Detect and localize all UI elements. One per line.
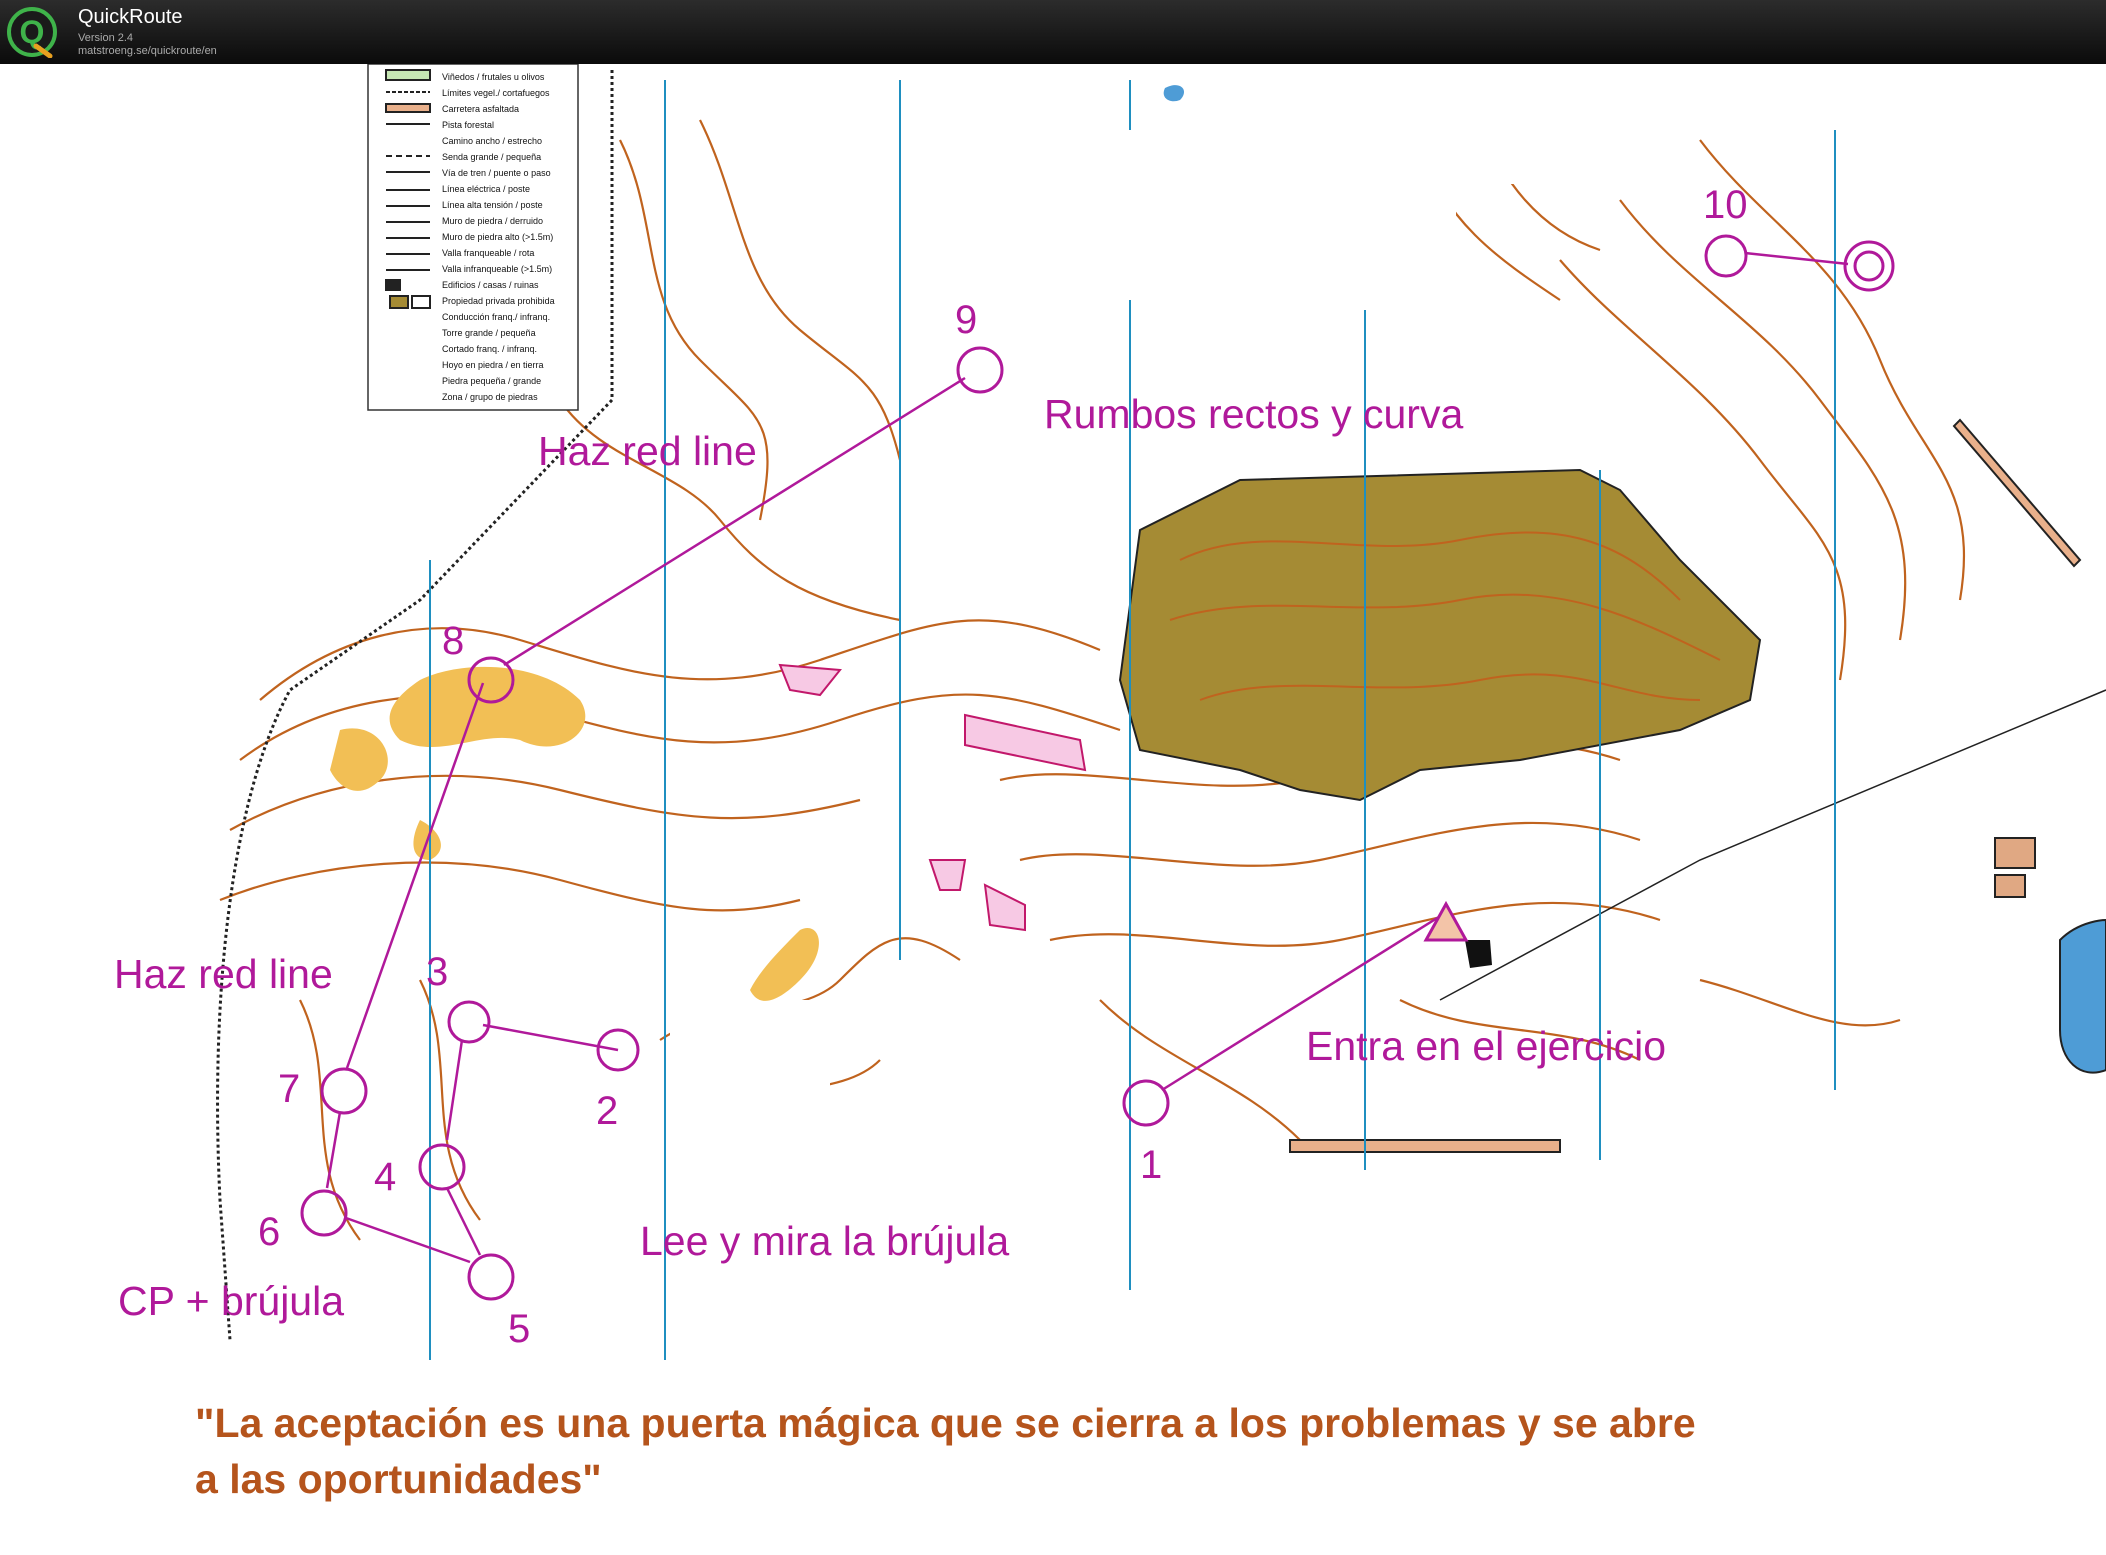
app-title: QuickRoute (78, 6, 183, 28)
control-number-1: 1 (1140, 1143, 1162, 1187)
title-bar: Q QuickRoute Version 2.4 matstroeng.se/q… (0, 0, 2106, 64)
control-number-4: 4 (374, 1155, 396, 1199)
map-legend: Viñedos / frutales u olivos Límites vege… (367, 64, 579, 411)
control-3 (447, 1000, 491, 1044)
app-url: matstroeng.se/quickroute/en (78, 45, 217, 57)
blank-areas (0, 64, 2106, 1555)
finish-inner (1853, 250, 1885, 282)
legend-item: Valla franqueable / rota (442, 248, 534, 258)
control-number-3: 3 (426, 950, 448, 994)
legend-item: Viñedos / frutales u olivos (442, 72, 545, 82)
legend-item: Piedra pequeña / grande (442, 376, 541, 386)
control-4 (418, 1143, 466, 1191)
legend-item: Carretera asfaltada (442, 104, 519, 114)
legend-item: Línea alta tensión / poste (442, 200, 543, 210)
annotation-rumbos: Rumbos rectos y curva (1044, 391, 1463, 437)
legend-item: Hoyo en piedra / en tierra (442, 360, 544, 370)
legend-item: Zona / grupo de piedras (442, 392, 538, 402)
annotation-lee: Lee y mira la brújula (640, 1218, 1009, 1264)
legend-item: Vía de tren / puente o paso (442, 168, 551, 178)
quickroute-logo-icon: Q (7, 7, 57, 58)
control-number-2: 2 (596, 1089, 618, 1133)
app-version: Version 2.4 (78, 32, 134, 44)
buildings (1994, 837, 2036, 898)
annotation-entra: Entra en el ejercicio (1306, 1023, 1666, 1069)
legend-item: Muro de piedra alto (>1.5m) (442, 232, 553, 242)
legend-item: Senda grande / pequeña (442, 152, 541, 162)
legend-item: Pista forestal (442, 120, 494, 130)
control-number-10: 10 (1703, 183, 1748, 227)
finish-outer (1843, 240, 1895, 292)
legend-item: Cortado franq. / infranq. (442, 344, 537, 354)
quote: "La aceptación es una puerta mágica que … (195, 1395, 1895, 1507)
building-black (1465, 940, 1492, 968)
legend-item: Valla infranqueable (>1.5m) (442, 264, 552, 274)
annotation-haz-red-line-1: Haz red line (538, 428, 757, 474)
control-number-9: 9 (955, 298, 977, 342)
annotation-cp: CP + brújula (118, 1278, 344, 1324)
forbidden-area (1118, 468, 1762, 802)
legend-item: Torre grande / pequeña (442, 328, 536, 338)
legend-item: Muro de piedra / derruido (442, 216, 543, 226)
quote-line-2: a las oportunidades" (195, 1456, 602, 1502)
quote-line-1: "La aceptación es una puerta mágica que … (195, 1400, 1696, 1446)
legend-item: Edificios / casas / ruinas (442, 280, 539, 290)
legend-item: Conducción franq./ infranq. (442, 312, 550, 322)
open-land (330, 666, 819, 1001)
control-5 (467, 1253, 515, 1301)
legend-item: Camino ancho / estrecho (442, 136, 542, 146)
control-number-6: 6 (258, 1210, 280, 1254)
annotation-haz-red-line-2: Haz red line (114, 951, 333, 997)
control-6 (300, 1189, 348, 1237)
legend-item: Línea eléctrica / poste (442, 184, 530, 194)
control-9 (956, 346, 1004, 394)
legend-item: Límites vegel./ cortafuegos (442, 88, 550, 98)
control-number-5: 5 (508, 1307, 530, 1351)
lake (2059, 918, 2106, 1074)
legend-item: Propiedad privada prohibida (442, 296, 555, 306)
control-10 (1704, 234, 1748, 278)
pond (1163, 85, 1185, 102)
control-number-7: 7 (278, 1067, 300, 1111)
orienteering-map[interactable]: Viñedos / frutales u olivos Límites vege… (0, 64, 2106, 1555)
control-7 (320, 1067, 368, 1115)
logo-letter: Q (20, 14, 45, 50)
control-number-8: 8 (442, 619, 464, 663)
